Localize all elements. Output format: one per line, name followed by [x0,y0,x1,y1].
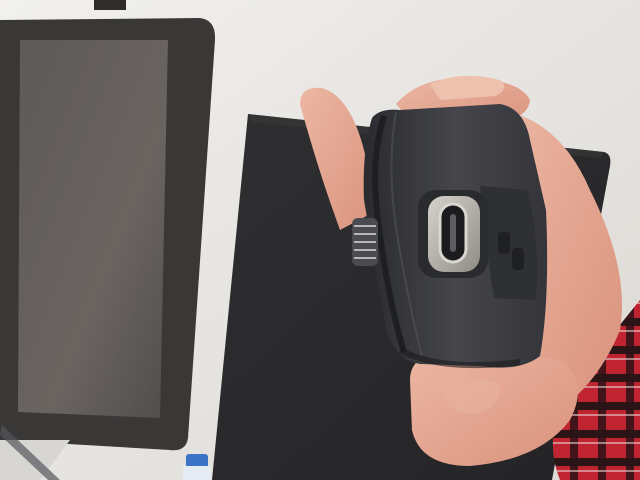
usb-c-port-icon [418,190,488,278]
photo-illustration [0,0,640,480]
pen-display [0,0,216,480]
side-button-icon [498,232,510,254]
bottle-cap [183,454,211,480]
side-button-icon [512,248,524,270]
scroll-wheel-icon [352,218,378,266]
photo-scene [0,0,640,480]
